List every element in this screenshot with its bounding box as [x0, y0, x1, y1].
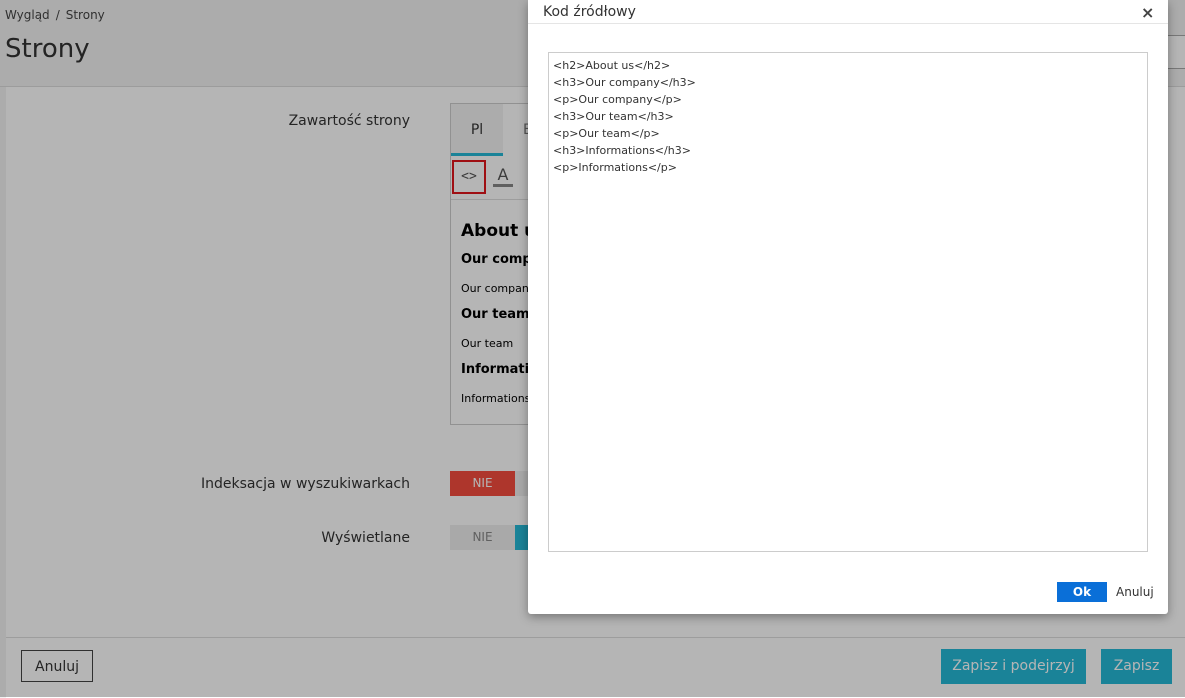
dialog-title: Kod źródłowy — [543, 4, 636, 20]
code-line: <h2>About us</h2> — [553, 59, 671, 72]
source-code-dialog: Kod źródłowy × <h2>About us</h2> <h3>Our… — [528, 0, 1168, 614]
code-line: <p>Our company</p> — [553, 93, 682, 106]
code-line: <h3>Our company</h3> — [553, 76, 696, 89]
code-line: <h3>Our team</h3> — [553, 110, 674, 123]
close-icon[interactable]: × — [1141, 3, 1154, 22]
code-line: <p>Informations</p> — [553, 161, 677, 174]
ok-button[interactable]: Ok — [1057, 582, 1107, 602]
dialog-divider — [528, 23, 1168, 24]
code-line: <p>Our team</p> — [553, 127, 660, 140]
source-code-textarea[interactable]: <h2>About us</h2> <h3>Our company</h3> <… — [548, 52, 1148, 552]
code-line: <h3>Informations</h3> — [553, 144, 691, 157]
dialog-cancel-button[interactable]: Anuluj — [1116, 582, 1154, 602]
